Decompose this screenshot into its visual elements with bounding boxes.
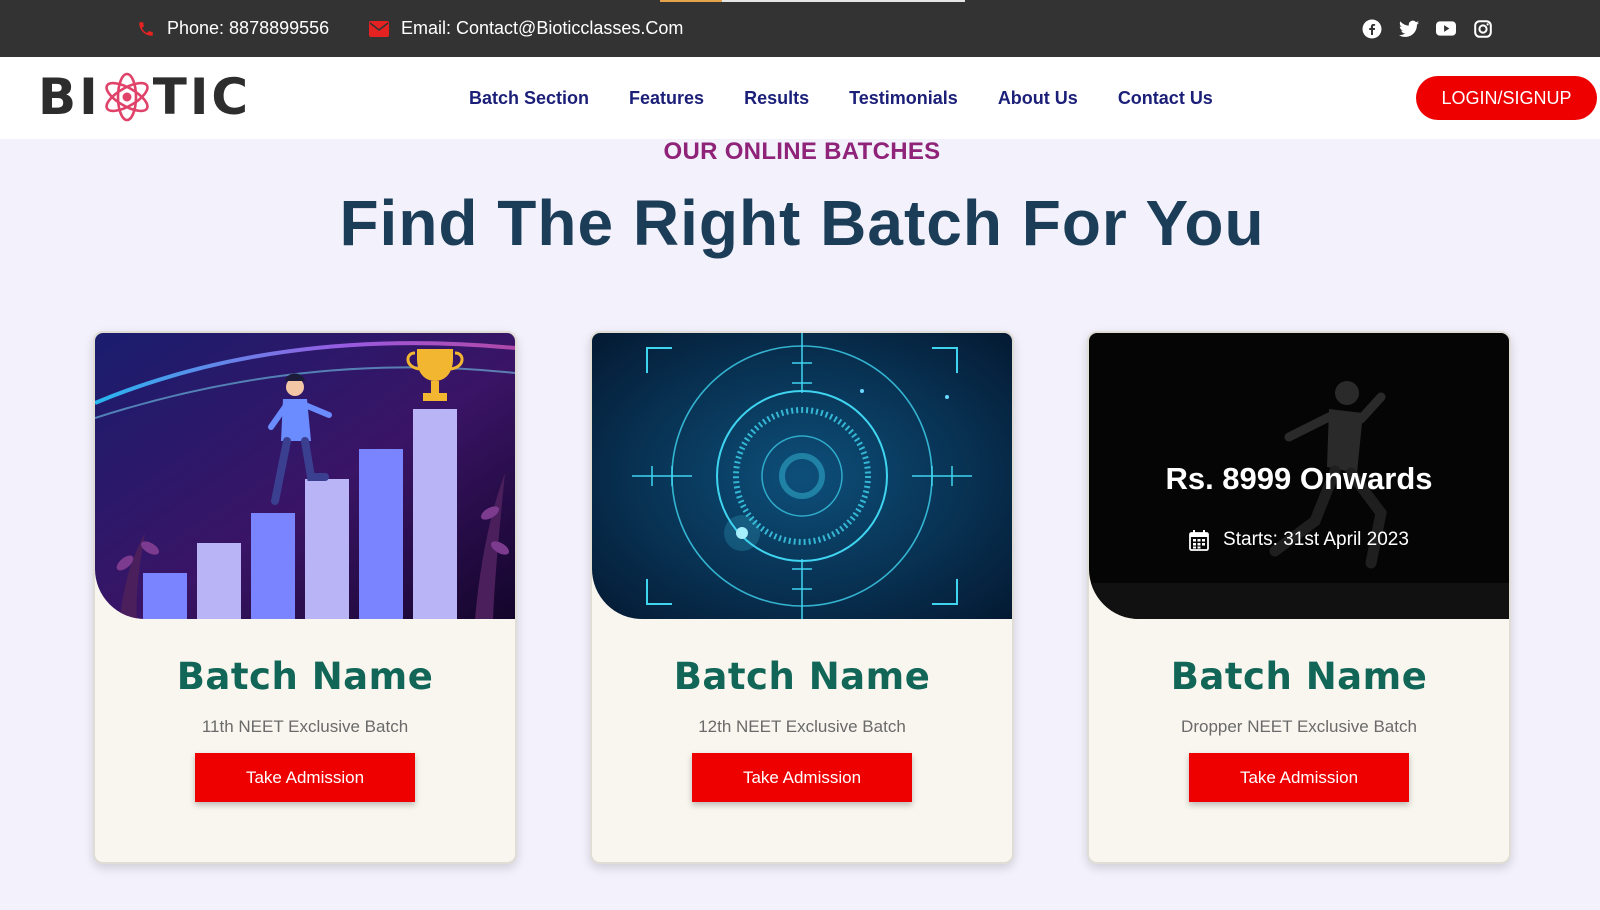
batch-name: Batch Name (1170, 655, 1428, 698)
logo-text-right: TIC (152, 68, 252, 126)
site-header: BI TIC Batch Section Features Results Te… (0, 57, 1600, 139)
facebook-icon[interactable] (1362, 19, 1382, 39)
growth-chart-illustration (95, 333, 515, 619)
phone-contact[interactable]: Phone: 8878899556 (137, 0, 329, 57)
section-title: Find The Right Batch For You (339, 187, 1265, 259)
target-radar-illustration (592, 333, 1012, 619)
batch-description: 11th NEET Exclusive Batch (201, 717, 409, 736)
calendar-icon (1189, 529, 1209, 551)
batch-card-12th: Batch Name 12th NEET Exclusive Batch Tak… (590, 331, 1014, 864)
page-load-progress (660, 0, 965, 2)
batch-description: 12th NEET Exclusive Batch (698, 717, 906, 736)
logo-text-left: BI (38, 68, 101, 126)
nav-testimonials[interactable]: Testimonials (849, 88, 958, 109)
section-eyebrow: OUR ONLINE BATCHES (663, 138, 941, 165)
top-contact-bar: Phone: 8878899556 Email: Contact@Bioticc… (0, 0, 1600, 57)
phone-icon (139, 21, 153, 36)
take-admission-button[interactable]: Take Admission (1189, 753, 1409, 802)
batch-name: Batch Name (673, 655, 931, 698)
start-date-text: Starts: 31st April 2023 (1223, 529, 1409, 550)
take-admission-button[interactable]: Take Admission (692, 753, 912, 802)
batch-start-date: Starts: 31st April 2023 (1089, 529, 1509, 551)
twitter-icon[interactable] (1399, 19, 1419, 39)
nav-batch-section[interactable]: Batch Section (469, 88, 589, 109)
phone-text: Phone: 8878899556 (167, 18, 330, 38)
main-nav: Batch Section Features Results Testimoni… (469, 57, 1253, 139)
social-links (1362, 0, 1493, 57)
nav-features[interactable]: Features (629, 88, 704, 109)
batch-description: Dropper NEET Exclusive Batch (1181, 717, 1417, 736)
atom-icon (104, 72, 149, 122)
email-text: Email: Contact@Bioticclasses.Com (401, 18, 684, 38)
nav-contact-us[interactable]: Contact Us (1118, 88, 1213, 109)
batch-price: Rs. 8999 Onwards (1165, 461, 1433, 496)
take-admission-button[interactable]: Take Admission (195, 753, 415, 802)
youtube-icon[interactable] (1436, 19, 1456, 39)
login-signup-button[interactable]: LOGIN/SIGNUP (1416, 76, 1597, 120)
nav-results[interactable]: Results (744, 88, 809, 109)
batch-card-11th: Batch Name 11th NEET Exclusive Batch Tak… (93, 331, 517, 864)
runner-price-banner: Rs. 8999 Onwards Starts: 31st April 2023 (1089, 333, 1509, 619)
batch-name: Batch Name (176, 655, 434, 698)
email-contact[interactable]: Email: Contact@Bioticclasses.Com (369, 0, 683, 57)
nav-about-us[interactable]: About Us (998, 88, 1078, 109)
envelope-icon (369, 20, 389, 37)
biotic-logo[interactable]: BI TIC (38, 68, 252, 126)
instagram-icon[interactable] (1473, 19, 1493, 39)
batch-card-dropper: Rs. 8999 Onwards Starts: 31st April 2023… (1087, 331, 1511, 864)
